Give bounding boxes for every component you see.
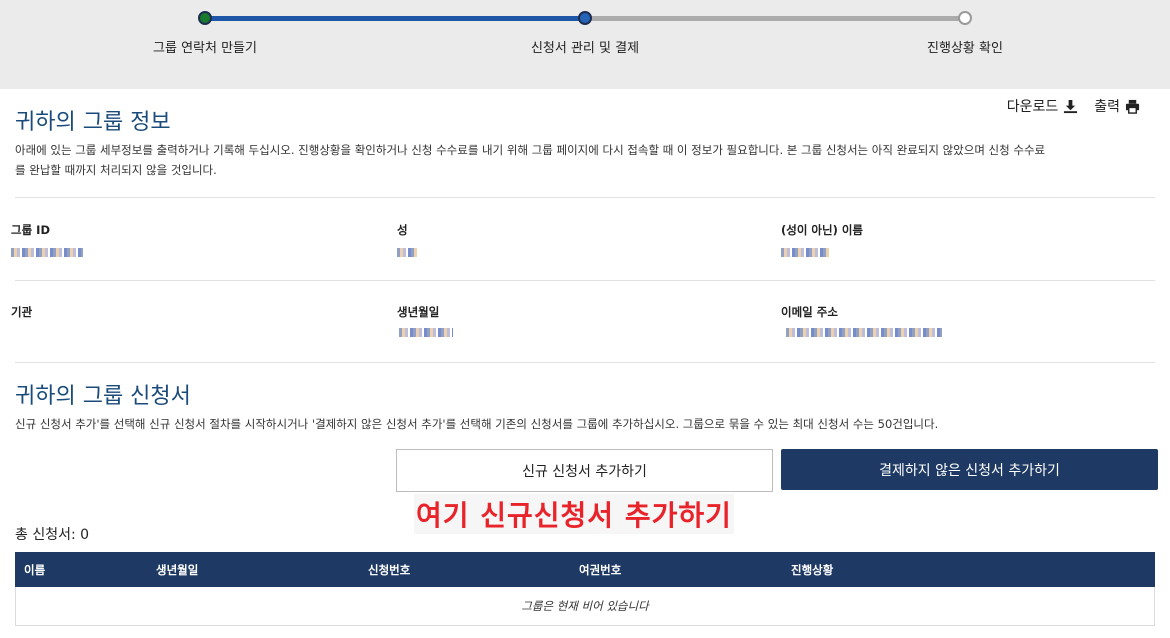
divider <box>15 197 1155 198</box>
step-3-dot <box>958 11 972 25</box>
progress-track-remaining <box>585 16 965 21</box>
organization-label: 기관 <box>11 305 33 319</box>
group-info-description: 아래에 있는 그룹 세부정보를 출력하거나 기록해 두십시오. 진행상황을 확인… <box>15 143 1046 157</box>
toolbar: 다운로드 출력 <box>1007 96 1140 116</box>
download-button[interactable]: 다운로드 <box>1007 96 1079 116</box>
step-3-label: 진행상황 확인 <box>927 41 1003 56</box>
column-header-name: 이름 <box>24 563 46 577</box>
add-unpaid-application-button[interactable]: 결제하지 않은 신청서 추가하기 <box>781 449 1158 490</box>
column-header-status: 진행상황 <box>791 563 834 577</box>
divider <box>15 280 1155 281</box>
surname-label: 성 <box>397 223 408 237</box>
email-value <box>786 322 942 337</box>
step-1-dot <box>198 11 212 25</box>
print-button[interactable]: 출력 <box>1094 96 1140 116</box>
annotation-text: 여기 신규신청서 추가하기 <box>414 494 734 534</box>
download-label: 다운로드 <box>1006 99 1059 115</box>
column-header-dob: 생년월일 <box>156 563 199 577</box>
print-label: 출력 <box>1094 99 1120 115</box>
empty-table-message: 그룹은 현재 비어 있습니다 <box>521 599 649 613</box>
applications-description: 신규 신청서 추가'를 선택해 신규 신청서 절차를 시작하시거나 '결제하지 … <box>15 417 939 431</box>
group-info-title: 귀하의 그룹 정보 <box>15 110 171 135</box>
dob-label: 생년월일 <box>397 305 440 319</box>
surname-value <box>397 242 417 257</box>
column-header-passport-number: 여권번호 <box>579 563 622 577</box>
applications-table-header: 이름 생년월일 신청번호 여권번호 진행상황 <box>15 552 1155 587</box>
divider <box>15 362 1155 363</box>
dob-value <box>399 322 453 337</box>
progress-track-complete <box>205 16 585 21</box>
applications-title: 귀하의 그룹 신청서 <box>15 384 191 409</box>
download-icon <box>1064 99 1078 113</box>
step-2-dot <box>578 11 592 25</box>
step-2-label: 신청서 관리 및 결제 <box>530 41 640 56</box>
add-new-application-button[interactable]: 신규 신청서 추가하기 <box>396 449 773 492</box>
total-applications: 총 신청서: 0 <box>15 527 90 543</box>
applications-table-body: 그룹은 현재 비어 있습니다 <box>15 587 1155 626</box>
group-info-description-cont: 를 완납할 때까지 처리되지 않을 것입니다. <box>15 163 217 177</box>
column-header-application-number: 신청번호 <box>368 563 411 577</box>
step-1-label: 그룹 연락처 만들기 <box>153 41 257 56</box>
group-id-value <box>11 242 83 257</box>
given-name-value <box>781 242 829 257</box>
print-icon <box>1125 99 1140 114</box>
given-name-label: (성이 아닌) 이름 <box>781 223 863 237</box>
group-id-label: 그룹 ID <box>11 223 50 237</box>
email-label: 이메일 주소 <box>781 305 838 319</box>
progress-stepper: 그룹 연락처 만들기 신청서 관리 및 결제 진행상황 확인 <box>0 0 1170 89</box>
